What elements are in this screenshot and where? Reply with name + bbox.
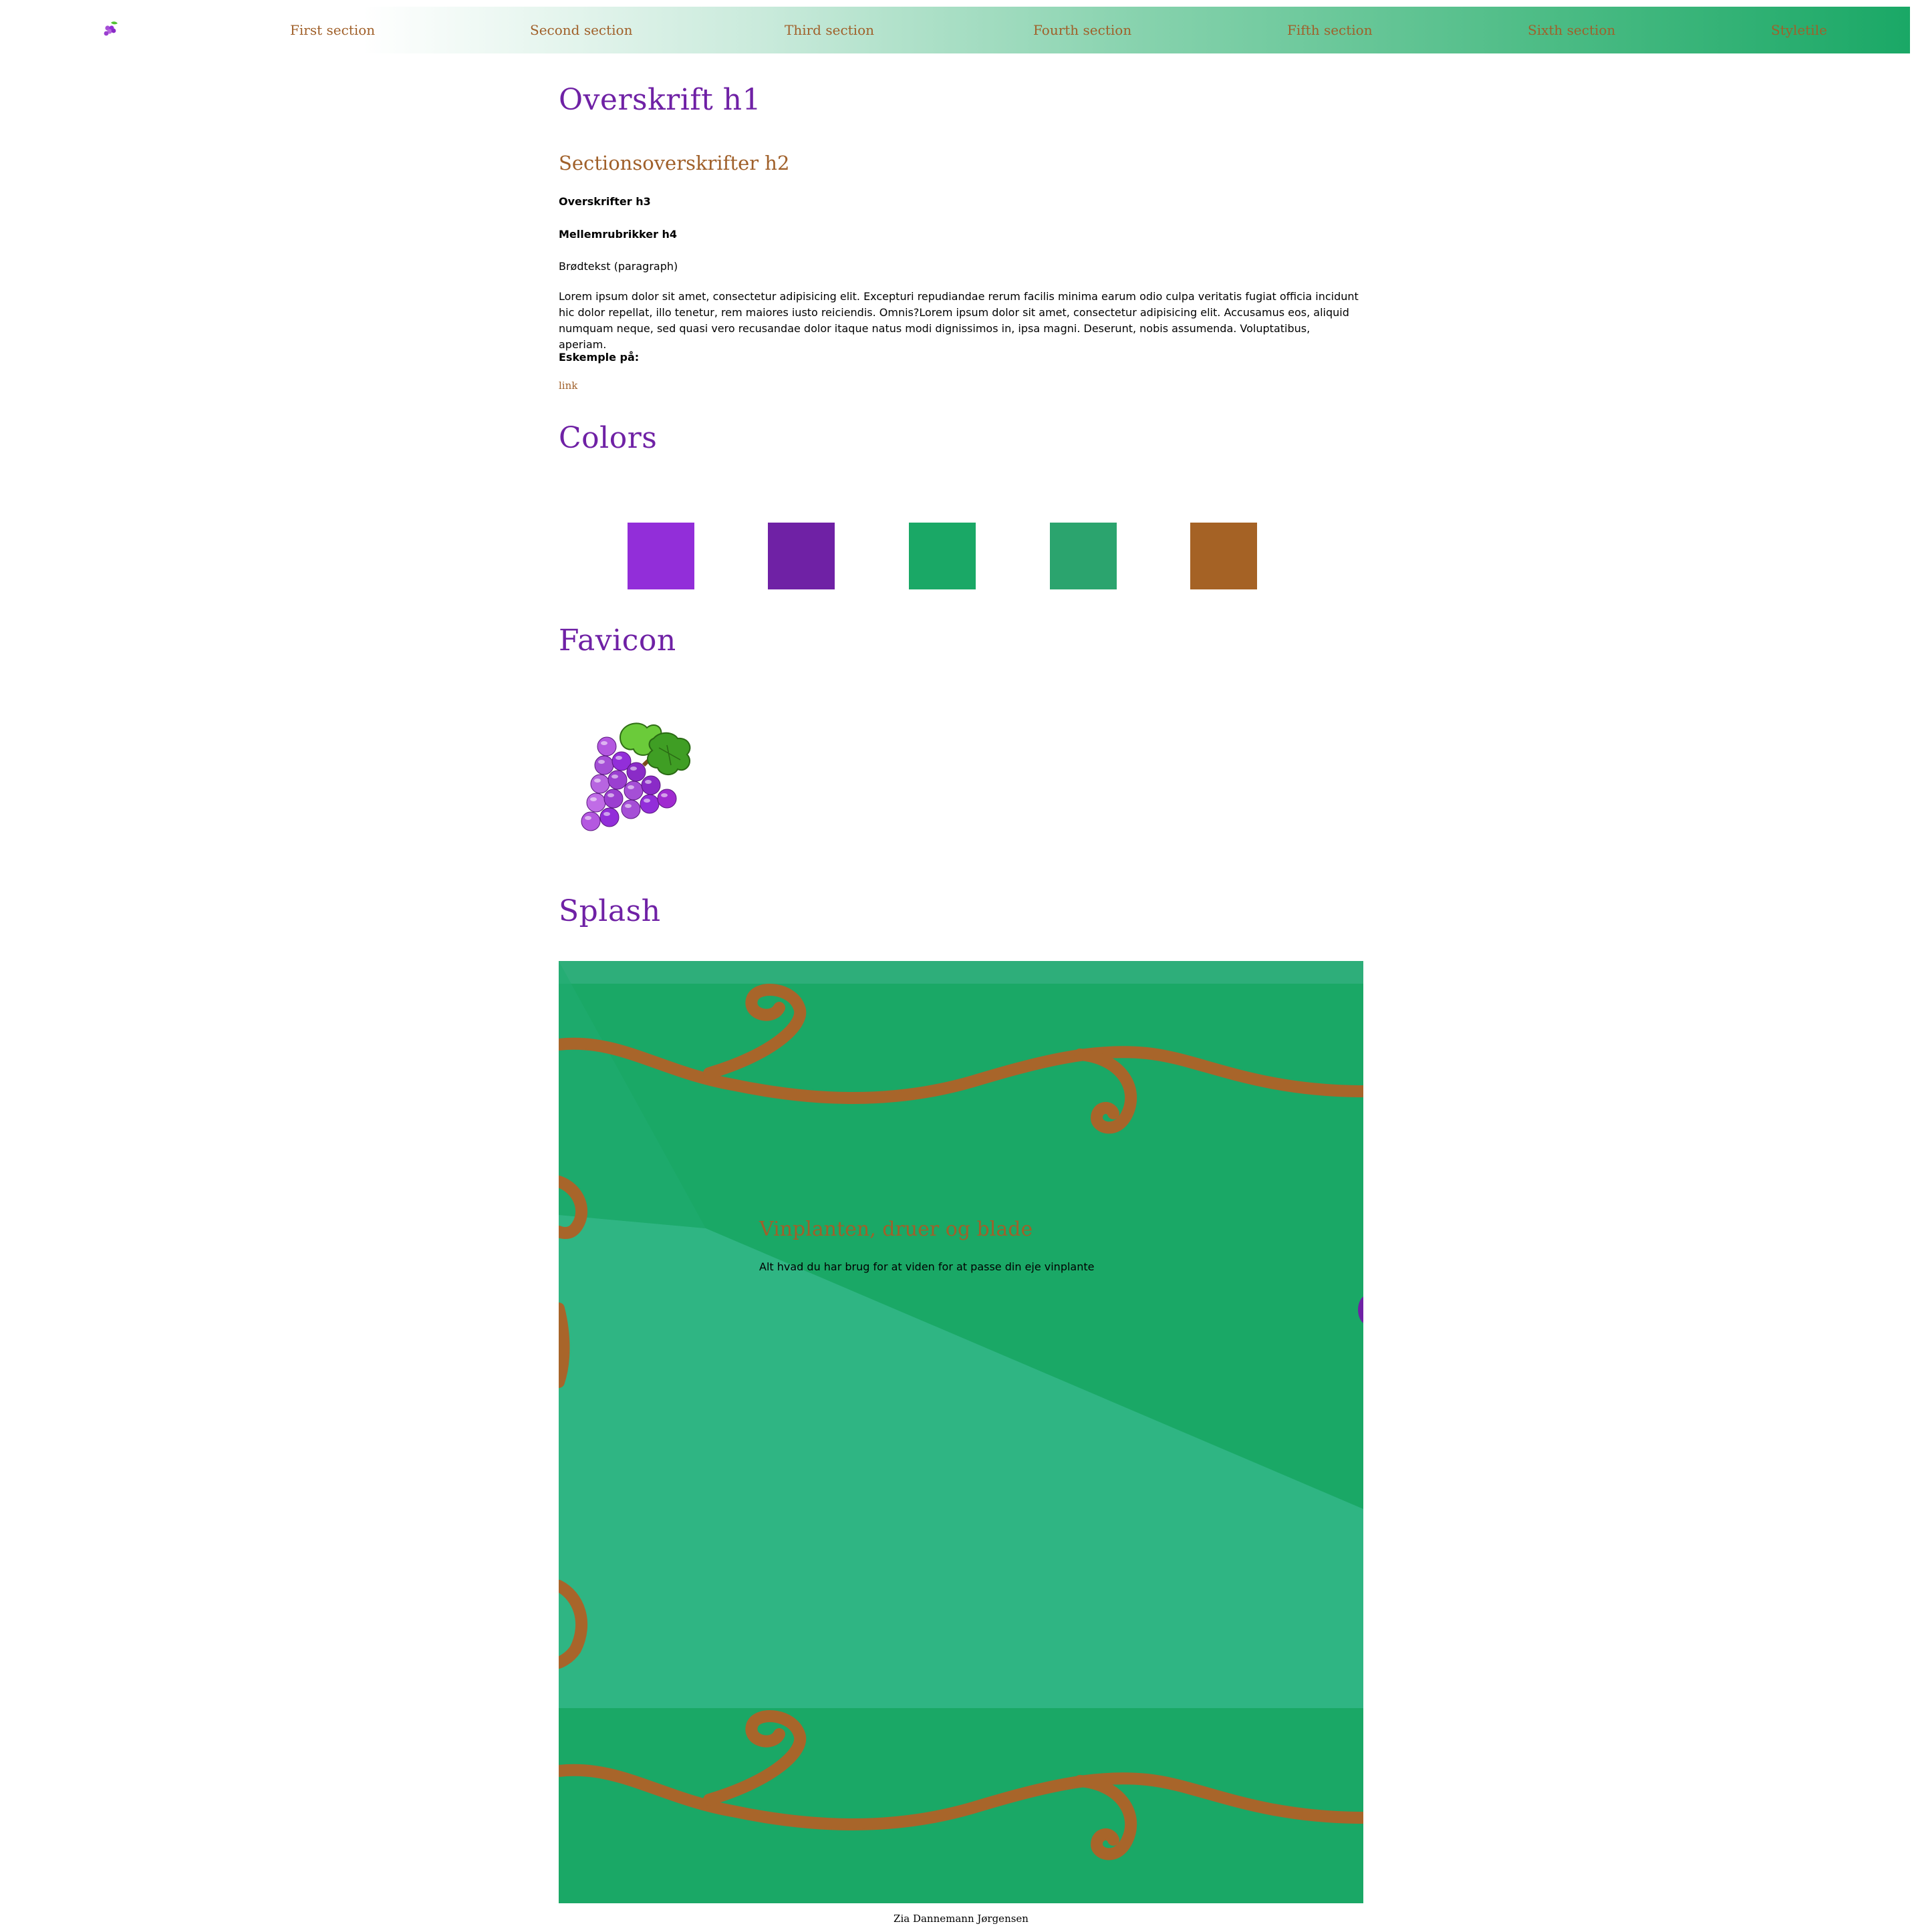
nav-item-styletile[interactable]: Styletile — [1771, 7, 1827, 53]
color-swatch-muted-green — [1050, 523, 1117, 589]
lorem-paragraph: Lorem ipsum dolor sit amet, consectetur … — [559, 290, 1359, 351]
color-swatch-brown — [1190, 523, 1257, 589]
example-link[interactable]: link — [559, 380, 577, 392]
color-swatch-purple — [628, 523, 694, 589]
nav-item-first-section[interactable]: First section — [290, 7, 375, 53]
splash-heading: Splash — [559, 894, 661, 928]
grapes-icon[interactable] — [103, 20, 120, 37]
example-label: Eskemple på: — [559, 351, 640, 364]
top-nav: First section Second section Third secti… — [0, 7, 1910, 53]
footer-credit: Zia Dannemann Jørgensen — [894, 1913, 1029, 1925]
splash-background — [559, 961, 1363, 1903]
nav-item-second-section[interactable]: Second section — [530, 7, 632, 53]
splash-title: Vinplanten, druer og blade — [759, 1218, 1033, 1241]
section-heading-sample: Sectionsoverskrifter h2 — [559, 152, 790, 174]
nav-item-third-section[interactable]: Third section — [785, 7, 874, 53]
grapes-icon — [581, 722, 691, 831]
nav-item-fifth-section[interactable]: Fifth section — [1287, 7, 1373, 53]
nav-item-sixth-section[interactable]: Sixth section — [1528, 7, 1615, 53]
h4-sample: Mellemrubrikker h4 — [559, 228, 678, 241]
nav-item-fourth-section[interactable]: Fourth section — [1033, 7, 1131, 53]
favicon-heading: Favicon — [559, 624, 676, 658]
splash-subtitle: Alt hvad du har brug for at viden for at… — [759, 1260, 1095, 1273]
paragraph-label: Brødtekst (paragraph) — [559, 260, 678, 273]
color-swatch-dark-purple — [768, 523, 835, 589]
color-swatch-green — [909, 523, 976, 589]
splash-preview: Vinplanten, druer og blade Alt hvad du h… — [559, 961, 1363, 1903]
h3-sample: Overskrifter h3 — [559, 195, 651, 208]
colors-heading: Colors — [559, 421, 658, 455]
page-title: Overskrift h1 — [559, 83, 762, 117]
